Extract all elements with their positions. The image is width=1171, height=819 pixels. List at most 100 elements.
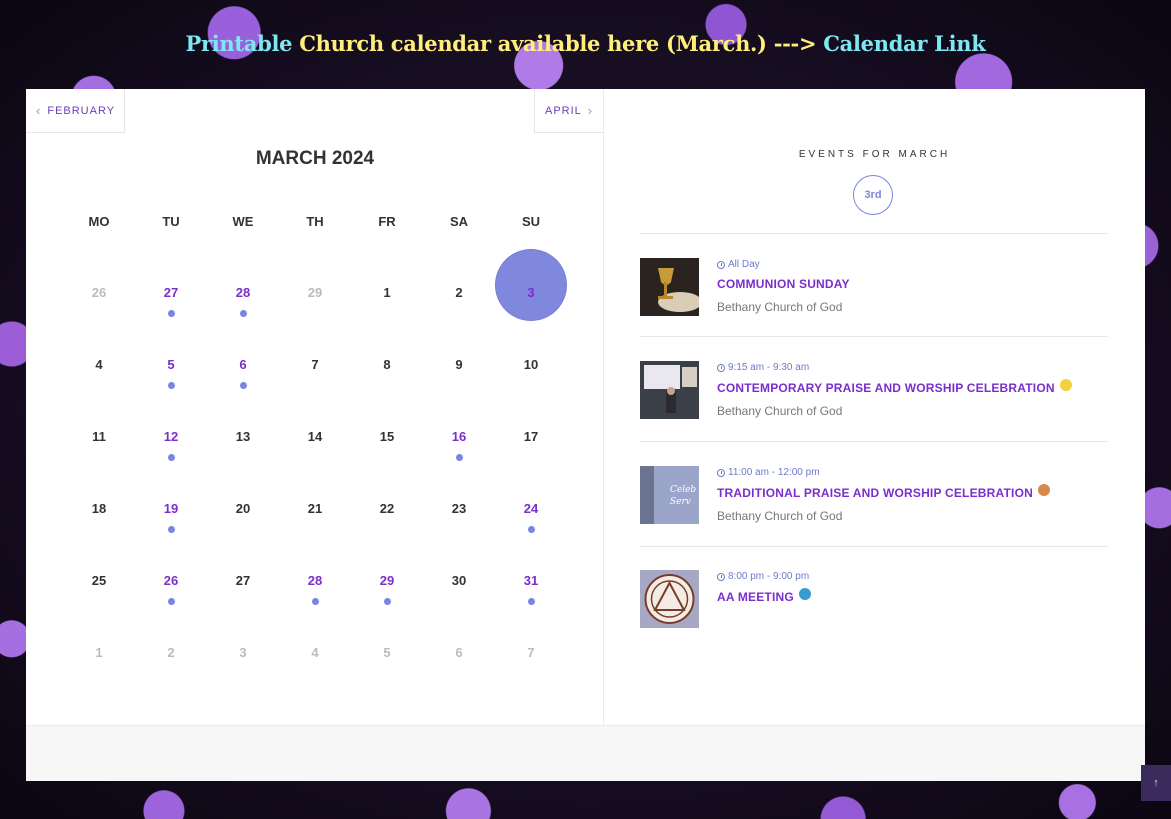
prev-month-label: FEBRUARY [47,104,116,117]
day-number: 19 [163,501,179,516]
calendar-day[interactable]: 18 [63,501,135,561]
calendar-day[interactable]: 1 [351,285,423,345]
day-number: 17 [523,429,539,444]
event-item[interactable]: Celeb Serv 11:00 am - 12:00 pm TRADITIONAL … [640,466,1108,546]
calendar-link[interactable]: Calendar Link [823,31,986,56]
calendar-day[interactable]: 12 [135,429,207,489]
day-number: 30 [451,573,467,588]
calendar-day[interactable]: 30 [423,573,495,633]
event-indicator-dot [239,382,247,389]
event-indicator-dot [167,598,175,605]
calendar-day[interactable]: 16 [423,429,495,489]
day-number: 21 [307,501,323,516]
prev-month-button[interactable]: ‹ FEBRUARY [26,89,125,133]
panel-divider [603,89,604,725]
calendar-day[interactable]: 31 [495,573,567,633]
day-number: 6 [239,357,247,372]
chevron-left-icon: ‹ [36,103,42,118]
day-number: 1 [383,285,391,300]
day-number: 29 [379,573,395,588]
calendar-day[interactable]: 14 [279,429,351,489]
event-title-text: CONTEMPORARY PRAISE AND WORSHIP CELEBRAT… [717,381,1055,395]
day-number: 9 [455,357,463,372]
day-number: 4 [311,645,319,660]
day-number: 5 [167,357,175,372]
calendar-day[interactable]: 17 [495,429,567,489]
clock-icon [717,468,725,477]
next-month-button[interactable]: APRIL › [534,89,604,133]
day-number: 11 [92,429,106,444]
event-item[interactable]: 9:15 am - 9:30 am CONTEMPORARY PRAISE AND… [640,361,1108,441]
category-color-dot [798,588,811,600]
calendar-day[interactable]: 29 [351,573,423,633]
day-number: 10 [523,357,539,372]
calendar-day[interactable]: 28 [207,285,279,345]
day-number: 29 [307,285,323,300]
day-number: 18 [91,501,107,516]
event-separator [640,546,1108,547]
calendar-day[interactable]: 29 [279,285,351,345]
event-title-text: AA MEETING [717,590,794,604]
event-thumbnail[interactable] [640,361,699,419]
event-time: All Day [717,259,760,270]
calendar-day[interactable]: 11 [63,429,135,489]
event-title[interactable]: AA MEETING [717,588,811,604]
calendar-day[interactable]: 6 [423,645,495,705]
clock-icon [717,260,725,269]
calendar-day[interactable]: 8 [351,357,423,417]
event-title[interactable]: TRADITIONAL PRAISE AND WORSHIP CELEBRATI… [717,484,1050,500]
calendar-day[interactable]: 22 [351,501,423,561]
event-thumbnail[interactable] [640,570,699,628]
calendar-day[interactable]: 27 [207,573,279,633]
day-number: 31 [523,573,539,588]
calendar-day[interactable]: 2 [135,645,207,705]
event-title[interactable]: COMMUNION SUNDAY [717,277,850,291]
event-item[interactable]: 8:00 pm - 9:00 pm AA MEETING [640,570,1108,650]
calendar-day[interactable]: 26 [135,573,207,633]
day-number: 2 [455,285,463,300]
calendar-day[interactable]: 28 [279,573,351,633]
calendar-day[interactable]: 23 [423,501,495,561]
calendar-day[interactable]: 1 [63,645,135,705]
calendar-day[interactable]: 15 [351,429,423,489]
day-number: 16 [451,429,467,444]
day-number: 12 [163,429,179,444]
calendar-day[interactable]: 4 [63,357,135,417]
event-thumbnail[interactable]: Celeb Serv [640,466,699,524]
calendar-day[interactable]: 3 [207,645,279,705]
event-title[interactable]: CONTEMPORARY PRAISE AND WORSHIP CELEBRAT… [717,379,1072,395]
arrow-up-icon: ↑ [1153,777,1159,789]
scroll-to-top-button[interactable]: ↑ [1141,765,1171,801]
calendar-day[interactable]: 4 [279,645,351,705]
day-number: 25 [91,573,107,588]
calendar-day[interactable]: 7 [495,645,567,705]
calendar-day[interactable]: 21 [279,501,351,561]
calendar-day[interactable]: 27 [135,285,207,345]
calendar-day[interactable]: 25 [63,573,135,633]
calendar-day[interactable]: 24 [495,501,567,561]
calendar-day[interactable]: 7 [279,357,351,417]
calendar-day[interactable]: 6 [207,357,279,417]
calendar-day[interactable]: 19 [135,501,207,561]
calendar-day[interactable]: 10 [495,357,567,417]
banner-text-printable: Printable [185,31,293,56]
weekday-header: TH [306,214,324,229]
selected-date-pill[interactable]: 3rd [853,175,893,215]
event-time-text: 8:00 pm - 9:00 pm [728,571,810,582]
event-item[interactable]: All Day COMMUNION SUNDAY Bethany Church of… [640,258,1108,338]
weekday-header: SU [521,214,541,229]
event-title-text: COMMUNION SUNDAY [717,277,850,291]
day-number: 26 [91,285,107,300]
event-indicator-dot [167,310,175,317]
day-number: 22 [379,501,395,516]
calendar-day[interactable]: 9 [423,357,495,417]
calendar-day[interactable]: 3 [495,249,567,345]
event-thumbnail[interactable] [640,258,702,316]
calendar-day[interactable]: 20 [207,501,279,561]
calendar-day[interactable]: 13 [207,429,279,489]
calendar-day[interactable]: 5 [351,645,423,705]
calendar-day[interactable]: 26 [63,285,135,345]
day-number: 1 [95,645,103,660]
calendar-day[interactable]: 5 [135,357,207,417]
calendar-day[interactable]: 2 [423,285,495,345]
